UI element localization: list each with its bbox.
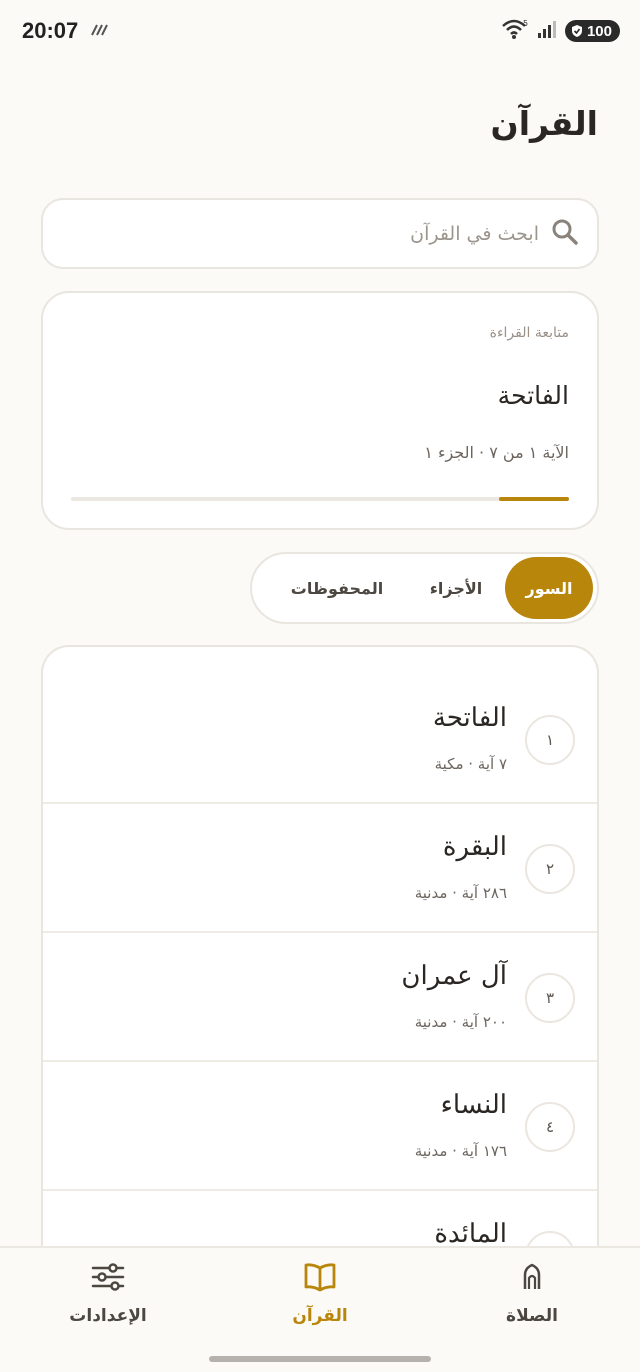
surah-row-1[interactable]: ١ الفاتحة ٧ آية · مكية [43, 675, 597, 804]
surah-name: آل عمران [401, 961, 507, 991]
tab-surahs[interactable]: السور [505, 557, 593, 619]
page-title: القرآن [490, 104, 598, 143]
battery-shield-icon [571, 25, 582, 37]
nav-quran-label: القرآن [292, 1306, 348, 1326]
surah-number: ٤ [525, 1102, 575, 1152]
nav-prayer[interactable]: الصلاة [452, 1262, 612, 1342]
reading-progress-bar [71, 497, 569, 501]
surah-number: ٢ [525, 844, 575, 894]
nav-settings[interactable]: الإعدادات [28, 1262, 188, 1342]
surah-row-3[interactable]: ٣ آل عمران ٢٠٠ آية · مدنية [43, 933, 597, 1062]
nav-prayer-label: الصلاة [506, 1306, 558, 1326]
battery-icon: 100 [564, 20, 620, 42]
status-right: 5 100 [501, 18, 620, 44]
wifi-icon: 5 [501, 18, 529, 44]
reading-progress-fill [499, 497, 569, 501]
continue-reading-card[interactable]: متابعة القراءة الفاتحة الآية ١ من ٧ · ال… [41, 291, 599, 530]
surah-name: المائدة [434, 1219, 507, 1249]
tab-bookmarks[interactable]: المحفوظات [267, 557, 407, 619]
surah-meta: ٢٠٠ آية · مدنية [414, 1013, 507, 1031]
status-time: 20:07 [22, 18, 79, 43]
surah-meta: ٧ آية · مكية [434, 755, 507, 773]
battery-level: 100 [586, 22, 612, 40]
tab-juz[interactable]: الأجزاء [407, 557, 505, 619]
bottom-nav: الإعدادات القرآن الصلاة [0, 1246, 640, 1372]
surah-meta: ٢٨٦ آية · مدنية [414, 884, 507, 902]
status-left: 20:07 [22, 18, 110, 44]
search-placeholder: ابحث في القرآن [410, 222, 539, 245]
nav-quran[interactable]: القرآن [240, 1262, 400, 1342]
home-indicator [209, 1356, 431, 1362]
surah-row-2[interactable]: ٢ البقرة ٢٨٦ آية · مدنية [43, 804, 597, 933]
continue-reading-meta: الآية ١ من ٧ · الجزء ١ [424, 443, 569, 462]
status-bar: 20:07 5 100 [0, 0, 640, 62]
surah-name: البقرة [442, 832, 507, 862]
surah-list: ١ الفاتحة ٧ آية · مكية ٢ البقرة ٢٨٦ آية … [41, 645, 599, 1285]
search-icon [551, 218, 579, 250]
search-input[interactable]: ابحث في القرآن [41, 198, 599, 269]
surah-meta: ١٧٦ آية · مدنية [414, 1142, 507, 1160]
surah-name: الفاتحة [432, 703, 507, 733]
continue-reading-label: متابعة القراءة [489, 325, 569, 341]
surah-number: ٣ [525, 973, 575, 1023]
surah-number: ١ [525, 715, 575, 765]
notification-icon [90, 22, 110, 41]
surah-row-4[interactable]: ٤ النساء ١٧٦ آية · مدنية [43, 1062, 597, 1191]
surah-name: النساء [440, 1090, 507, 1120]
tabs: السور الأجزاء المحفوظات [250, 552, 599, 624]
signal-icon [537, 19, 557, 43]
settings-sliders-icon [91, 1262, 125, 1296]
nav-settings-label: الإعدادات [69, 1306, 147, 1326]
book-icon [303, 1262, 337, 1296]
continue-reading-surah: الفاتحة [497, 381, 569, 410]
mosque-arch-icon [517, 1262, 547, 1296]
svg-text:5: 5 [523, 19, 528, 28]
